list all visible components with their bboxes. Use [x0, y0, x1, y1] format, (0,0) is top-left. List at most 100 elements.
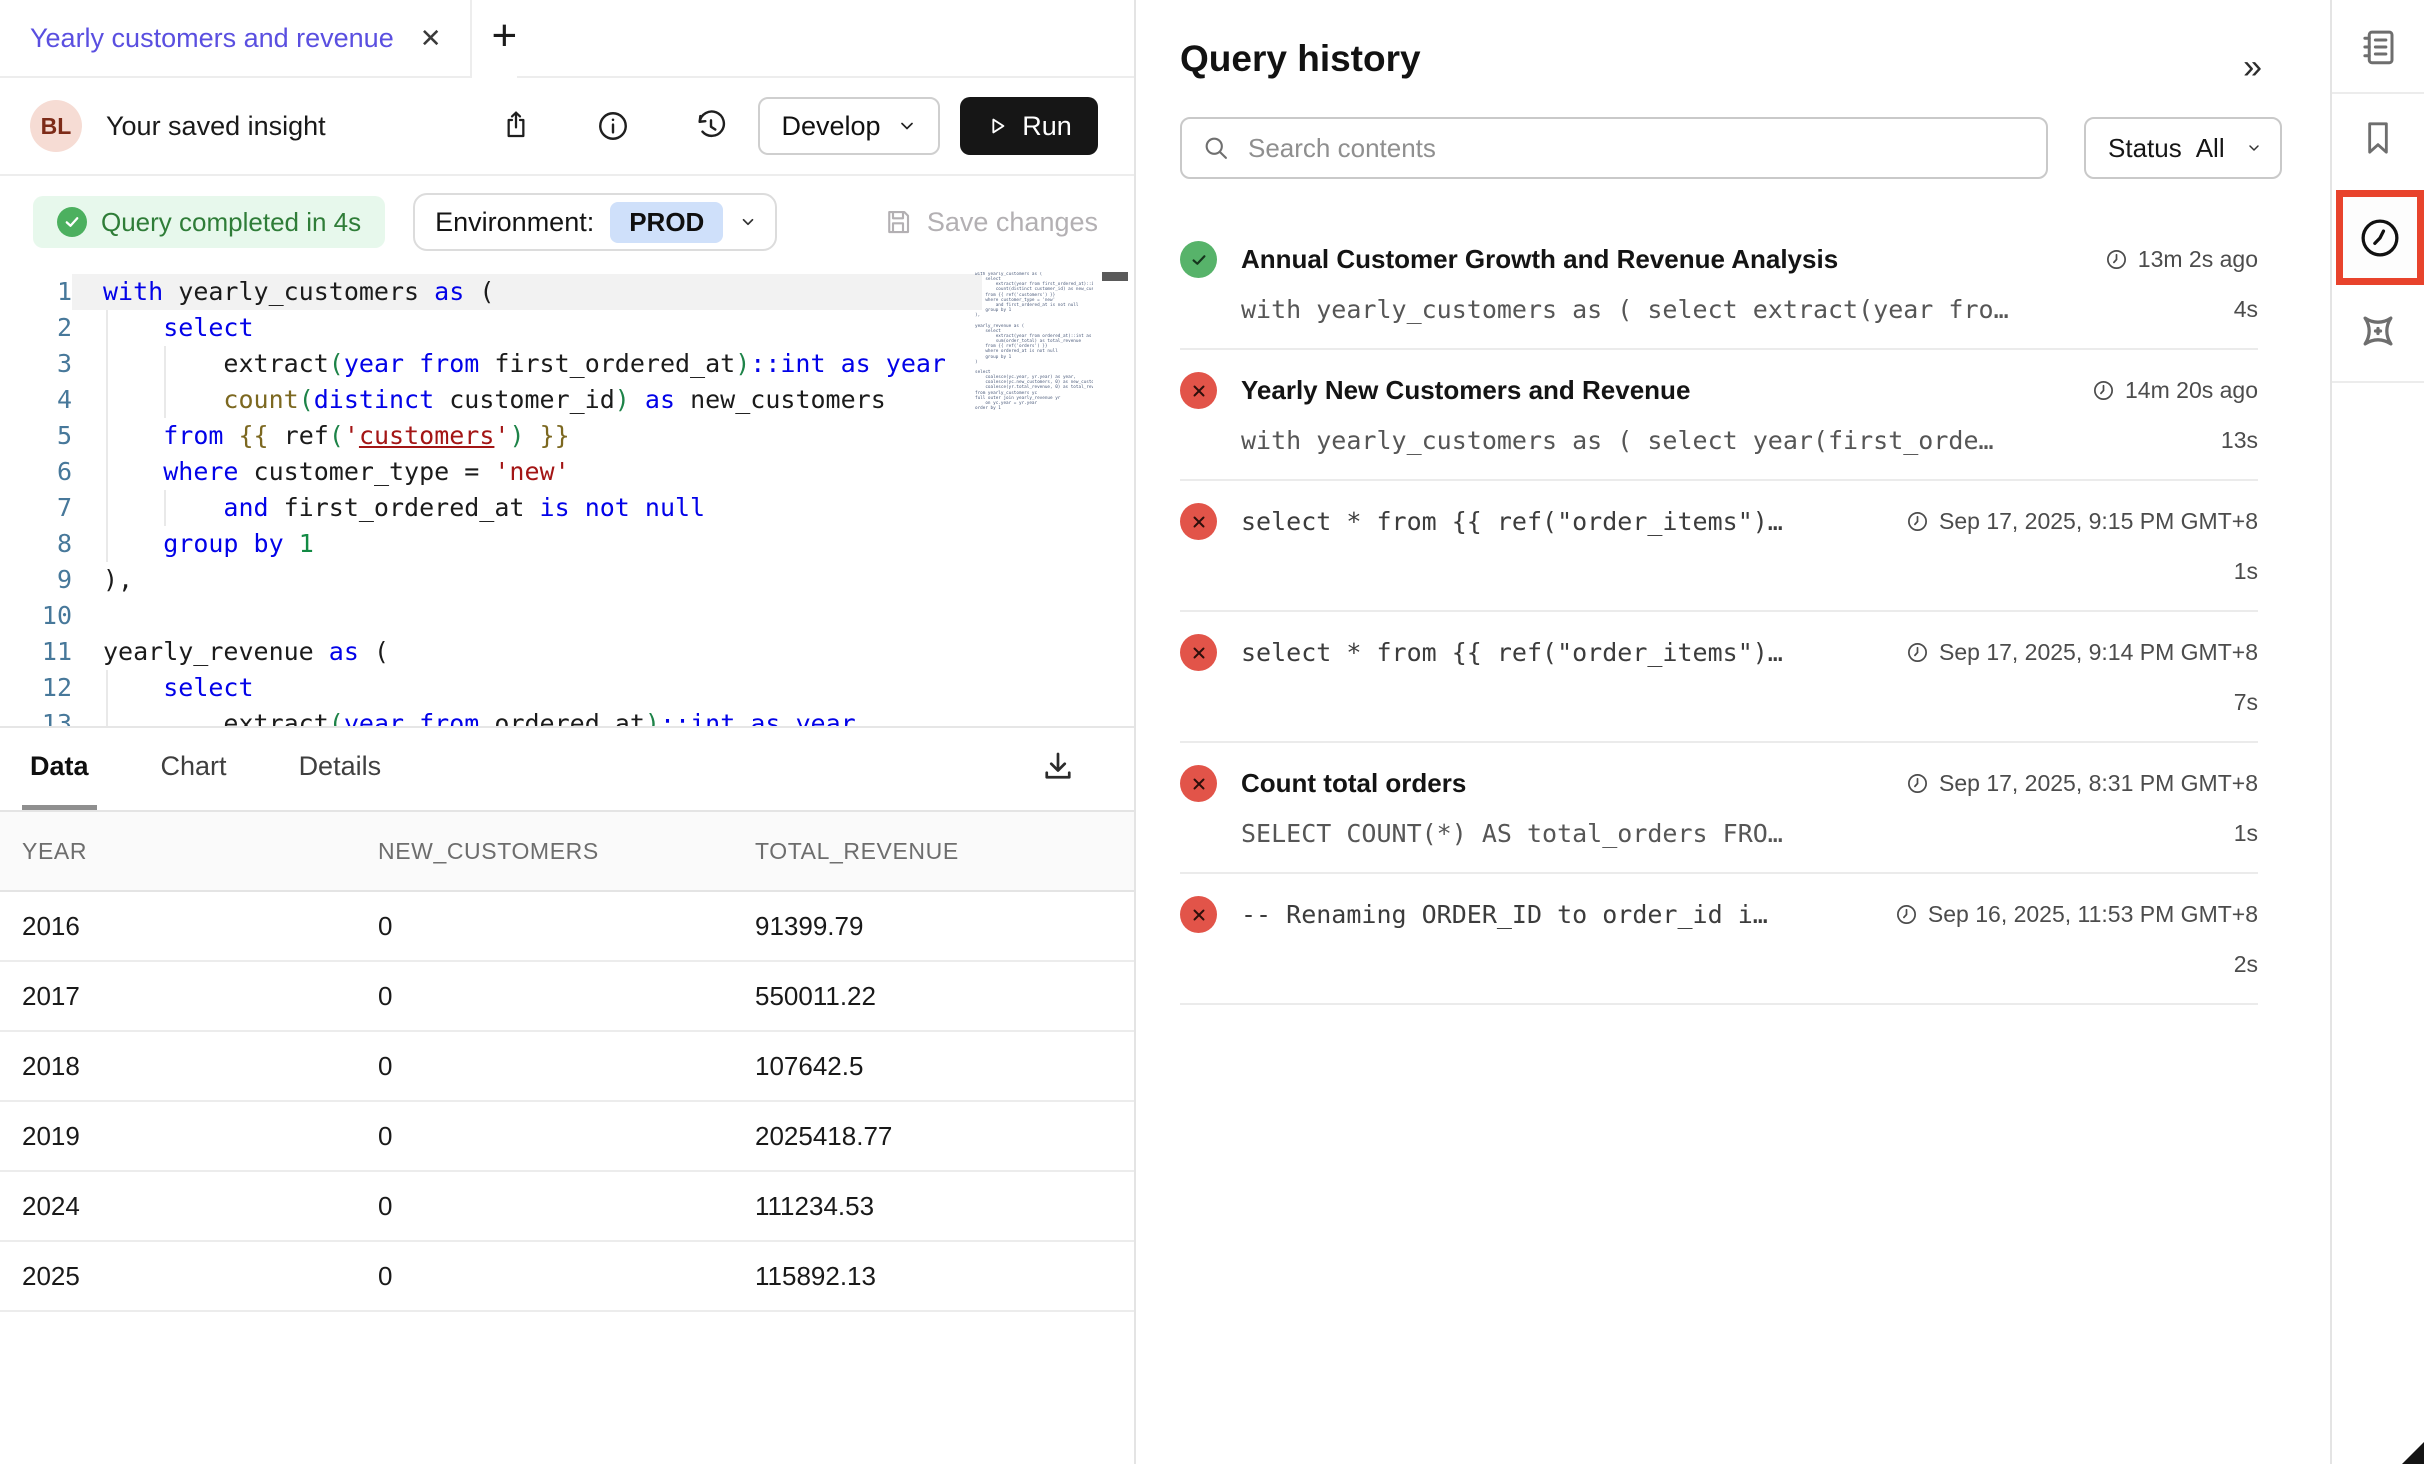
table-row[interactable]: 2019 0 2025418.77	[0, 1102, 1134, 1172]
error-status-icon	[1180, 372, 1217, 409]
tab-chart[interactable]: Chart	[153, 728, 235, 810]
environment-badge: PROD	[610, 202, 723, 243]
column-header-total-revenue[interactable]: TOTAL_REVENUE	[755, 838, 1134, 865]
table-row[interactable]: 2025 0 115892.13	[0, 1242, 1134, 1312]
cell-total-revenue: 115892.13	[755, 1261, 1134, 1292]
code-line[interactable]: 2 select	[0, 310, 982, 346]
query-timestamp: 14m 20s ago	[2092, 377, 2258, 404]
tab-yearly-customers[interactable]: Yearly customers and revenue ✕	[0, 0, 470, 78]
table-row[interactable]: 2017 0 550011.22	[0, 962, 1134, 1032]
code-token: }}	[540, 421, 570, 450]
code-line[interactable]: 9),	[0, 562, 982, 598]
cell-total-revenue: 2025418.77	[755, 1121, 1134, 1152]
table-row[interactable]: 2016 0 91399.79	[0, 892, 1134, 962]
line-number: 1	[0, 274, 72, 310]
history-icon	[694, 109, 728, 143]
info-button[interactable]	[596, 109, 630, 143]
code-line[interactable]: 6 where customer_type = 'new'	[0, 454, 982, 490]
table-row[interactable]: 2024 0 111234.53	[0, 1172, 1134, 1242]
code-line[interactable]: 10	[0, 598, 982, 634]
code-line[interactable]: 11yearly_revenue as (	[0, 634, 982, 670]
explore-star-icon	[2355, 308, 2401, 354]
clock-icon	[2105, 248, 2128, 271]
run-button[interactable]: Run	[960, 97, 1098, 155]
avatar[interactable]: BL	[30, 100, 82, 152]
query-history-panel-button[interactable]	[2357, 215, 2403, 261]
code-text: extract(year from ordered_at)::int as ye…	[72, 706, 982, 728]
clock-icon	[1895, 903, 1918, 926]
table-row[interactable]: 2018 0 107642.5	[0, 1032, 1134, 1102]
tab-data[interactable]: Data	[22, 728, 97, 810]
line-number: 11	[0, 634, 72, 670]
code-token: )	[615, 385, 630, 414]
code-line[interactable]: 4 count(distinct customer_id) as new_cus…	[0, 382, 982, 418]
code-text: ),	[72, 562, 982, 598]
share-icon	[500, 110, 532, 142]
query-duration: 1s	[2234, 558, 2258, 585]
code-line[interactable]: 13 extract(year from ordered_at)::int as…	[0, 706, 982, 728]
query-history-item[interactable]: -- Renaming ORDER_ID to order_id i… Sep …	[1180, 874, 2258, 1005]
run-label: Run	[1022, 111, 1072, 142]
cell-year: 2019	[0, 1121, 378, 1152]
code-token: ::int	[750, 349, 825, 378]
column-header-year[interactable]: YEAR	[0, 838, 378, 865]
code-line[interactable]: 12 select	[0, 670, 982, 706]
code-token: yearly_revenue	[103, 637, 329, 666]
bookmarks-panel-button[interactable]	[2358, 118, 2398, 161]
environment-selector[interactable]: Environment: PROD	[413, 193, 777, 251]
query-duration: 2s	[2234, 951, 2258, 978]
search-box[interactable]	[1180, 117, 2048, 179]
code-line[interactable]: 7 and first_ordered_at is not null	[0, 490, 982, 526]
query-history-item[interactable]: Yearly New Customers and Revenue 14m 20s…	[1180, 350, 2258, 481]
query-history-item[interactable]: select * from {{ ref("order_items")… Sep…	[1180, 481, 2258, 612]
develop-dropdown[interactable]: Develop	[758, 97, 940, 155]
new-tab-button[interactable]: +	[472, 0, 518, 78]
code-token: from	[163, 421, 223, 450]
code-token	[404, 709, 419, 728]
editor-scrollbar[interactable]	[1102, 268, 1129, 726]
query-code-preview: SELECT COUNT(*) AS total_orders FRO…	[1241, 819, 1783, 848]
query-timestamp: Sep 16, 2025, 11:53 PM GMT+8	[1895, 901, 2258, 928]
code-token: select	[163, 313, 253, 342]
code-line[interactable]: 3 extract(year from first_ordered_at)::i…	[0, 346, 982, 382]
code-token: 1	[299, 529, 314, 558]
clock-icon	[1906, 772, 1929, 795]
tab-details[interactable]: Details	[291, 728, 390, 810]
query-history-item[interactable]: Annual Customer Growth and Revenue Analy…	[1180, 219, 2258, 350]
sql-editor[interactable]: 1with yearly_customers as (2 select3 ext…	[0, 268, 1134, 728]
code-text: yearly_revenue as (	[72, 634, 982, 670]
indent-guide	[164, 490, 166, 526]
code-token: as	[750, 709, 780, 728]
download-results-button[interactable]	[1040, 748, 1076, 787]
scrollbar-thumb[interactable]	[1102, 272, 1128, 281]
share-button[interactable]	[500, 110, 532, 142]
collapse-panel-icon[interactable]: »	[2243, 48, 2262, 87]
query-status-pill: Query completed in 4s	[33, 196, 385, 248]
code-line[interactable]: 1with yearly_customers as (	[0, 274, 982, 310]
column-header-new-customers[interactable]: NEW_CUSTOMERS	[378, 838, 755, 865]
query-title: -- Renaming ORDER_ID to order_id i…	[1241, 900, 1768, 929]
editor-minimap[interactable]: with yearly_customers as ( select extrac…	[975, 272, 1093, 411]
cell-year: 2024	[0, 1191, 378, 1222]
code-token	[871, 349, 886, 378]
code-line[interactable]: 8 group by 1	[0, 526, 982, 562]
query-history-active-highlight	[2336, 190, 2424, 285]
query-history-item[interactable]: select * from {{ ref("order_items")… Sep…	[1180, 612, 2258, 743]
version-history-button[interactable]	[694, 109, 728, 143]
status-filter-dropdown[interactable]: Status All	[2084, 117, 2282, 179]
cell-new-customers: 0	[378, 1191, 755, 1222]
explore-panel-button[interactable]	[2355, 308, 2401, 357]
cell-year: 2017	[0, 981, 378, 1012]
search-input[interactable]	[1248, 133, 2026, 164]
save-changes-button[interactable]: Save changes	[883, 207, 1098, 238]
code-token	[826, 349, 841, 378]
code-text: group by 1	[72, 526, 982, 562]
query-history-item[interactable]: Count total orders Sep 17, 2025, 8:31 PM…	[1180, 743, 2258, 874]
line-number: 8	[0, 526, 72, 562]
code-area[interactable]: 1with yearly_customers as (2 select3 ext…	[0, 274, 982, 728]
query-title: Yearly New Customers and Revenue	[1241, 375, 1690, 406]
close-tab-icon[interactable]: ✕	[420, 25, 442, 51]
code-text: from {{ ref('customers') }}	[72, 418, 982, 454]
notebook-panel-button[interactable]	[2357, 26, 2399, 71]
code-line[interactable]: 5 from {{ ref('customers') }}	[0, 418, 982, 454]
